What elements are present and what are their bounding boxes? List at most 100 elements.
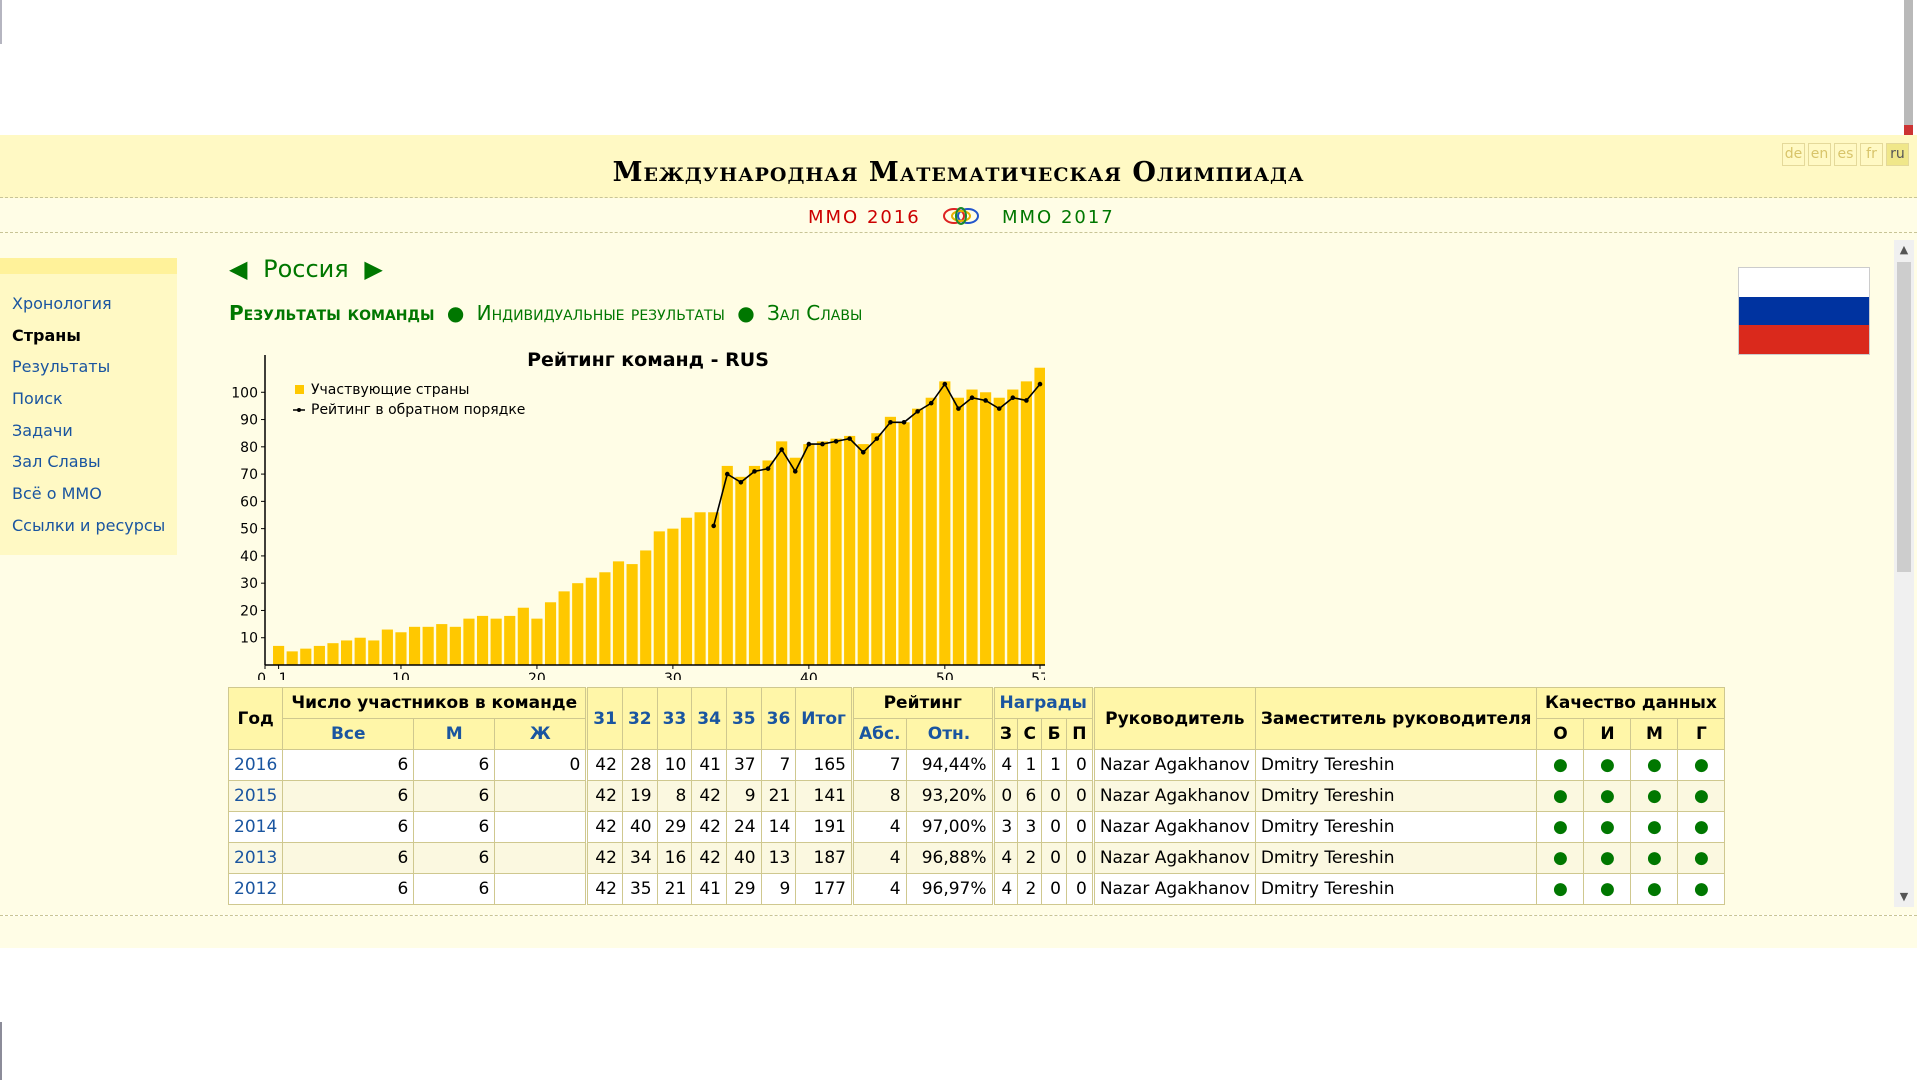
lang-es[interactable]: es (1834, 143, 1857, 166)
cell-quality-2: ● (1583, 842, 1632, 874)
prev-olympiad-link[interactable]: ММО 2016 (808, 207, 921, 228)
chart-bar (408, 626, 421, 665)
scroll-thumb[interactable] (1897, 262, 1911, 572)
sidebar-item-chronology[interactable]: Хронология (12, 294, 177, 326)
cell-rank-abs: 8 (850, 780, 907, 812)
col-p3[interactable]: 33 (656, 687, 693, 750)
col-year[interactable]: Год (227, 687, 284, 750)
cell-gold: 3 (991, 811, 1019, 843)
cell-leader[interactable]: Nazar Agakhanov (1091, 842, 1256, 874)
cell-leader[interactable]: Nazar Agakhanov (1091, 811, 1256, 843)
cell-deputy[interactable]: Dmitry Tereshin (1254, 811, 1538, 843)
cell-silver: 2 (1017, 842, 1043, 874)
next-country-arrow[interactable]: ▶ (364, 255, 382, 283)
lang-de[interactable]: de (1782, 143, 1805, 166)
cell-year[interactable]: 2016 (227, 749, 284, 781)
sidebar-item-countries[interactable]: Страны (12, 326, 177, 358)
chart-bar (1007, 389, 1019, 665)
chart-bar (640, 550, 652, 665)
cell-gold: 4 (991, 749, 1019, 781)
cell-deputy[interactable]: Dmitry Tereshin (1254, 749, 1538, 781)
legend-label-line: Рейтинг в обратном порядке (311, 402, 525, 418)
browser-top-area (0, 0, 1920, 135)
col-p4[interactable]: 34 (691, 687, 727, 750)
chart-bar (789, 457, 801, 665)
scroll-down-icon[interactable]: ▼ (1894, 887, 1914, 907)
ranking-point (956, 406, 961, 411)
ranking-point (752, 469, 757, 474)
lang-ru[interactable]: ru (1886, 143, 1909, 166)
col-rank-abs[interactable]: Абс. (850, 718, 907, 750)
col-p6[interactable]: 36 (760, 687, 797, 750)
cell-year[interactable]: 2015 (227, 780, 284, 812)
cell-year[interactable]: 2013 (227, 842, 284, 874)
page-scrollbar[interactable]: ▲ ▼ (1894, 240, 1914, 907)
cell-p2: 35 (621, 873, 658, 905)
chart-bar (680, 517, 693, 665)
cell-male: 6 (413, 842, 496, 874)
cell-year[interactable]: 2012 (227, 873, 284, 905)
col-bronze: Б (1041, 718, 1067, 750)
sidebar-item-links[interactable]: Ссылки и ресурсы (12, 516, 177, 548)
cell-p5: 9 (725, 780, 762, 812)
cell-bronze: 0 (1041, 811, 1067, 843)
prev-country-arrow[interactable]: ◀ (229, 255, 247, 283)
table-row: 2016 6 6 0 42 28 10 41 37 7 165 7 94,44%… (227, 749, 1726, 781)
sidebar-item-about[interactable]: Всё о ММО (12, 484, 177, 516)
col-total[interactable]: Итог (795, 687, 853, 750)
cell-female (494, 873, 588, 905)
cell-male: 6 (413, 780, 496, 812)
cell-deputy[interactable]: Dmitry Tereshin (1254, 842, 1538, 874)
chart-bar (504, 615, 516, 665)
cell-leader[interactable]: Nazar Agakhanov (1091, 780, 1256, 812)
col-awards[interactable]: Награды (991, 687, 1094, 719)
chart-bar (313, 645, 325, 665)
chart-bar (422, 626, 434, 665)
cell-year[interactable]: 2014 (227, 811, 284, 843)
scroll-up-icon[interactable]: ▲ (1894, 240, 1914, 260)
sidebar-item-search[interactable]: Поиск (12, 389, 177, 421)
chart-bar (286, 651, 298, 665)
cell-bronze: 0 (1041, 873, 1067, 905)
lang-en[interactable]: en (1808, 143, 1831, 166)
cell-deputy[interactable]: Dmitry Tereshin (1254, 780, 1538, 812)
chart-bar (708, 512, 720, 665)
cell-deputy[interactable]: Dmitry Tereshin (1254, 873, 1538, 905)
sidebar-item-hall-of-fame[interactable]: Зал Славы (12, 452, 177, 484)
cell-quality-3: ● (1630, 749, 1679, 781)
cell-p3: 29 (656, 811, 693, 843)
window-edge-bottom (0, 1022, 2, 1080)
col-p5[interactable]: 35 (725, 687, 762, 750)
x-tick-label: 1 (279, 671, 288, 680)
flag-stripe-blue (1739, 296, 1869, 326)
col-female[interactable]: Ж (494, 718, 588, 750)
col-q1: О (1536, 718, 1585, 750)
ranking-point (711, 523, 716, 529)
chart-bar (667, 528, 679, 665)
imo-rings-logo[interactable] (942, 206, 980, 226)
tab-team-results[interactable]: Результаты команды (229, 301, 434, 325)
col-male[interactable]: М (413, 718, 496, 750)
olympiad-nav: ММО 2016 ММО 2017 (0, 198, 1917, 233)
ranking-point (1010, 395, 1016, 401)
col-rank-rel[interactable]: Отн. (905, 718, 994, 750)
col-all[interactable]: Все (282, 718, 415, 750)
col-p2[interactable]: 32 (621, 687, 658, 750)
cell-all: 6 (282, 873, 415, 905)
ranking-point (820, 441, 825, 447)
tab-hall-of-fame[interactable]: Зал Славы (767, 301, 862, 325)
tab-individual-results[interactable]: Индивидуальные результаты (477, 301, 725, 325)
cell-leader[interactable]: Nazar Agakhanov (1091, 873, 1256, 905)
cell-leader[interactable]: Nazar Agakhanov (1091, 749, 1256, 781)
sidebar-item-problems[interactable]: Задачи (12, 421, 177, 453)
chart-bar (966, 389, 978, 665)
ranking-point (847, 436, 852, 441)
x-tick-label: 30 (664, 671, 682, 680)
sidebar-item-results[interactable]: Результаты (12, 357, 177, 389)
chart-bar (354, 637, 366, 665)
lang-fr[interactable]: fr (1860, 143, 1883, 166)
cell-quality-2: ● (1583, 811, 1632, 843)
next-olympiad-link[interactable]: ММО 2017 (1002, 207, 1115, 228)
cell-p3: 21 (656, 873, 693, 905)
col-p1[interactable]: 31 (585, 687, 623, 750)
